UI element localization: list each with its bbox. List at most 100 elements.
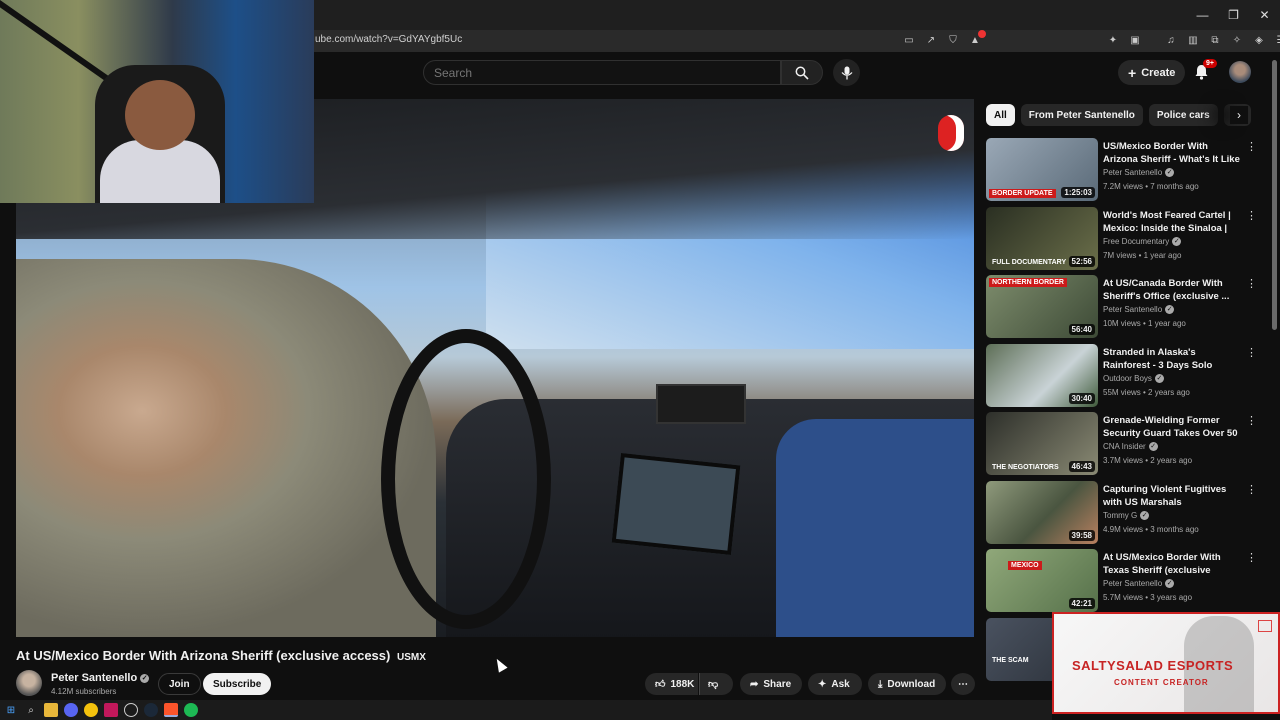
recommendation-thumbnail[interactable]: NORTHERN BORDER 56:40 <box>986 275 1098 338</box>
recommendation-item[interactable]: NORTHERN BORDER 56:40 At US/Canada Borde… <box>986 275 1257 344</box>
video-frame-steering-wheel <box>381 329 551 629</box>
recommendation-meta: 5.7M views • 3 years ago <box>1103 593 1193 602</box>
recommendation-channel: Free Documentary ✓ <box>1103 237 1182 246</box>
recommendation-meta: 7.2M views • 7 months ago <box>1103 182 1199 191</box>
tabs-icon[interactable]: ⧉ <box>1208 33 1222 47</box>
like-button[interactable]: 👍︎ 188K <box>645 673 698 695</box>
thumbs-up-icon: 👍︎ <box>655 679 666 690</box>
channel-name[interactable]: Peter Santenello ✓ <box>51 672 150 684</box>
chevron-right-icon: › <box>1237 108 1241 122</box>
media-icon[interactable]: ♫ <box>1164 33 1178 47</box>
recommendation-item[interactable]: FULL DOCUMENTARY 52:56 World's Most Fear… <box>986 206 1257 276</box>
more-vertical-icon[interactable]: ⋮ <box>1246 277 1257 290</box>
search-input[interactable] <box>434 66 754 80</box>
menu-icon[interactable]: ☰ <box>1274 33 1280 47</box>
brave-shield-icon[interactable]: ⛉ <box>946 33 960 47</box>
video-frame-screen <box>611 452 741 556</box>
recommendation-thumbnail[interactable]: 30:40 <box>986 343 1098 407</box>
recommendation-thumbnail[interactable]: BORDER UPDATE 1:25:03 <box>986 138 1098 201</box>
steam-icon[interactable] <box>144 703 158 717</box>
url-text[interactable]: ube.com/watch?v=GdYAYgbf5Uc <box>315 34 462 45</box>
mouse-cursor-icon <box>492 656 508 673</box>
more-vertical-icon[interactable]: ⋮ <box>1246 346 1257 359</box>
channel-name-text[interactable]: Peter Santenello <box>51 672 137 684</box>
download-button[interactable]: ⤓ Download <box>868 673 946 695</box>
recommendation-item[interactable]: BORDER UPDATE 1:25:03 US/Mexico Border W… <box>986 138 1257 207</box>
share-page-icon[interactable]: ↗ <box>924 33 938 47</box>
leo-icon[interactable]: ✧ <box>1230 33 1244 47</box>
search-box[interactable] <box>423 60 781 85</box>
obs-icon[interactable] <box>124 703 138 717</box>
verified-icon: ✓ <box>1165 579 1175 589</box>
join-button[interactable]: Join <box>158 673 201 695</box>
taskbar-search-icon[interactable]: ⌕ <box>24 703 38 717</box>
search-button[interactable] <box>781 60 823 85</box>
thumbnail-caption: BORDER UPDATE <box>989 189 1056 198</box>
recommendation-title[interactable]: Stranded in Alaska's Rainforest - 3 Days… <box>1103 346 1241 372</box>
more-actions-button[interactable]: ⋯ <box>951 673 975 695</box>
account-avatar[interactable] <box>1229 61 1251 83</box>
chips-next-button[interactable]: › <box>1230 106 1248 124</box>
spotify-icon[interactable] <box>184 703 198 717</box>
os-taskbar: ⊞ ⌕ <box>0 700 1052 720</box>
thumbnail-caption: FULL DOCUMENTARY <box>992 258 1067 266</box>
recommendation-thumbnail[interactable]: THE NEGOTIATORS 46:43 <box>986 412 1098 475</box>
file-explorer-icon[interactable] <box>44 703 58 717</box>
windows-start-icon[interactable]: ⊞ <box>4 703 18 717</box>
cast-icon[interactable]: ▭ <box>902 33 916 47</box>
recommendation-thumbnail[interactable]: 39:58 <box>986 480 1098 544</box>
recommendation-title[interactable]: US/Mexico Border With Arizona Sheriff - … <box>1103 140 1241 166</box>
subscribe-button[interactable]: Subscribe <box>203 673 272 695</box>
create-button[interactable]: + Create <box>1118 60 1186 85</box>
share-button[interactable]: ➦ Share <box>740 673 802 695</box>
sidebar-icon[interactable]: ▥ <box>1186 33 1200 47</box>
recommendation-title[interactable]: At US/Mexico Border With Texas Sheriff (… <box>1103 551 1241 577</box>
more-vertical-icon[interactable]: ⋮ <box>1246 551 1257 564</box>
recommendation-channel-text: Tommy G <box>1103 510 1138 520</box>
page-scrollbar[interactable] <box>1272 60 1277 330</box>
close-icon[interactable]: ✕ <box>1249 0 1280 30</box>
create-label: Create <box>1141 66 1176 79</box>
recommendation-title[interactable]: Capturing Violent Fugitives with US Mars… <box>1103 483 1241 509</box>
more-vertical-icon[interactable]: ⋮ <box>1246 140 1257 153</box>
recommendation-item[interactable]: 30:40 Stranded in Alaska's Rainforest - … <box>986 343 1257 413</box>
recommendation-channel: CNA Insider ✓ <box>1103 442 1158 452</box>
more-vertical-icon[interactable]: ⋮ <box>1246 209 1257 222</box>
extensions-icon[interactable]: ✦ <box>1106 33 1120 47</box>
chip-police-cars[interactable]: Police cars <box>1148 104 1218 126</box>
wallet-icon[interactable]: ▣ <box>1128 33 1142 47</box>
recommendation-title[interactable]: At US/Canada Border With Sheriff's Offic… <box>1103 277 1241 303</box>
dislike-button[interactable]: 👎︎ <box>699 673 733 695</box>
app-icon[interactable] <box>104 703 118 717</box>
duration-badge: 1:25:03 <box>1061 187 1095 198</box>
minimize-icon[interactable]: — <box>1187 0 1218 30</box>
brave-rewards-icon[interactable]: ▲ <box>968 30 986 47</box>
brave-icon[interactable] <box>164 703 178 717</box>
recommendation-title[interactable]: World's Most Feared Cartel | Mexico: Ins… <box>1103 209 1241 235</box>
channel-watermark-icon <box>938 115 964 151</box>
chip-from-channel[interactable]: From Peter Santenello <box>1020 104 1143 126</box>
video-title-tag[interactable]: USMX <box>397 652 426 663</box>
recommendation-item[interactable]: THE NEGOTIATORS 46:43 Grenade-Wielding F… <box>986 412 1257 481</box>
ask-button[interactable]: ✦ Ask <box>808 673 862 695</box>
recommendation-item[interactable]: 39:58 Capturing Violent Fugitives with U… <box>986 480 1257 550</box>
voice-search-button[interactable] <box>833 59 860 86</box>
vpn-icon[interactable]: ◈ <box>1252 33 1266 47</box>
channel-avatar[interactable] <box>16 670 42 696</box>
ask-label: Ask <box>831 678 850 690</box>
chip-all[interactable]: All <box>986 104 1015 126</box>
recommendation-channel-text: Peter Santenello <box>1103 305 1163 314</box>
share-icon: ➦ <box>750 678 759 690</box>
recommendation-title[interactable]: Grenade-Wielding Former Security Guard T… <box>1103 414 1241 440</box>
sparkle-icon: ✦ <box>818 678 827 690</box>
recommendation-item[interactable]: MEXICO 42:21 At US/Mexico Border With Te… <box>986 549 1257 618</box>
chrome-icon[interactable] <box>84 703 98 717</box>
restore-icon[interactable]: ❐ <box>1218 0 1249 30</box>
more-vertical-icon[interactable]: ⋮ <box>1246 483 1257 496</box>
more-vertical-icon[interactable]: ⋮ <box>1246 414 1257 427</box>
recommendation-thumbnail[interactable]: MEXICO 42:21 <box>986 549 1098 612</box>
recommendation-channel-text: CNA Insider <box>1103 442 1146 451</box>
recommendation-thumbnail[interactable]: FULL DOCUMENTARY 52:56 <box>986 206 1098 270</box>
recommendation-channel: Peter Santenello ✓ <box>1103 305 1175 315</box>
discord-icon[interactable] <box>64 703 78 717</box>
